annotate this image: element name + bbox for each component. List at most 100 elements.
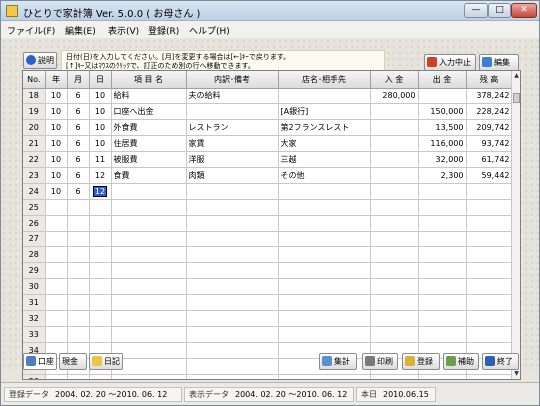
cell-expense[interactable] xyxy=(418,294,467,311)
cell-expense[interactable] xyxy=(418,310,467,327)
cell-month[interactable] xyxy=(67,246,90,264)
cell-day[interactable] xyxy=(89,262,112,280)
menu-register[interactable]: 登録(R) xyxy=(148,24,179,37)
cell-expense[interactable] xyxy=(418,246,467,264)
cell-income[interactable] xyxy=(370,246,419,264)
cell-income[interactable] xyxy=(370,215,419,232)
cell-detail[interactable] xyxy=(186,310,279,327)
cell-balance[interactable] xyxy=(466,215,513,232)
cell-month[interactable]: 6 xyxy=(67,135,90,153)
cell-month[interactable]: 6 xyxy=(67,119,90,137)
cell-item[interactable] xyxy=(111,326,187,343)
cell-year[interactable]: 10 xyxy=(45,135,68,153)
cell-year[interactable]: 10 xyxy=(45,103,68,121)
cell-expense[interactable] xyxy=(418,278,467,296)
cell-shop[interactable] xyxy=(278,183,371,200)
cell-balance[interactable]: 61,742 xyxy=(466,151,513,168)
cell-detail[interactable] xyxy=(186,231,279,248)
print-button[interactable]: 印刷 xyxy=(362,353,398,370)
cell-month[interactable]: 6 xyxy=(67,167,90,184)
cell-income[interactable] xyxy=(370,135,419,153)
cell-day[interactable] xyxy=(89,231,112,248)
cell-day[interactable]: 10 xyxy=(89,88,112,105)
cell-day[interactable]: 11 xyxy=(89,151,112,168)
cell-year[interactable] xyxy=(45,326,68,343)
cell-balance[interactable]: 228,242 xyxy=(466,103,513,121)
cell-balance[interactable] xyxy=(466,183,513,200)
cell-shop[interactable] xyxy=(278,88,371,105)
cell-year[interactable] xyxy=(45,294,68,311)
cell-shop[interactable] xyxy=(278,310,371,327)
assist-button[interactable]: 補助 xyxy=(443,353,479,370)
cell-day[interactable] xyxy=(89,310,112,327)
cell-detail[interactable] xyxy=(186,358,279,375)
cell-detail[interactable]: 夫の給料 xyxy=(186,88,279,105)
cell-shop[interactable] xyxy=(278,278,371,296)
vertical-scrollbar[interactable]: ▲ ▼ xyxy=(511,71,520,379)
table-row[interactable]: 30 xyxy=(23,278,513,296)
active-cell-editor[interactable]: 12 xyxy=(92,185,108,197)
cancel-input-button[interactable]: 入力中止 xyxy=(424,54,476,71)
cell-expense[interactable] xyxy=(418,374,467,379)
cell-balance[interactable] xyxy=(466,246,513,264)
cell-detail[interactable] xyxy=(186,326,279,343)
cell-shop[interactable] xyxy=(278,199,371,216)
table-row[interactable]: 27 xyxy=(23,231,513,248)
cell-day[interactable] xyxy=(89,278,112,296)
cell-item[interactable] xyxy=(111,246,187,264)
quit-button[interactable]: 終了 xyxy=(482,353,519,370)
cell-expense[interactable] xyxy=(418,262,467,280)
tab-account[interactable]: 口座 xyxy=(23,353,57,370)
cell-year[interactable] xyxy=(45,246,68,264)
cell-month[interactable]: 6 xyxy=(67,183,90,200)
cell-expense[interactable] xyxy=(418,231,467,248)
cell-detail[interactable] xyxy=(186,246,279,264)
cell-item[interactable] xyxy=(111,310,187,327)
table-row[interactable]: 22 10 6 11 被服費 洋服 三越 32,000 61,742 xyxy=(23,151,513,168)
cell-expense[interactable] xyxy=(418,199,467,216)
cell-item[interactable]: 口座へ出金 xyxy=(111,103,187,121)
edit-button[interactable]: 編集 xyxy=(479,54,519,71)
cell-month[interactable] xyxy=(67,326,90,343)
cell-shop[interactable] xyxy=(278,246,371,264)
cell-income[interactable] xyxy=(370,199,419,216)
cell-shop[interactable]: 第2フランスレスト xyxy=(278,119,371,137)
cell-balance[interactable] xyxy=(466,231,513,248)
cell-detail[interactable]: 肉類 xyxy=(186,167,279,184)
table-row[interactable]: 36 xyxy=(23,374,513,379)
table-row[interactable]: 24 10 6 12 xyxy=(23,183,513,200)
cell-expense[interactable]: 32,000 xyxy=(418,151,467,168)
table-row[interactable]: 20 10 6 10 外食費 レストラン 第2フランスレスト 13,500 209,742 xyxy=(23,119,513,137)
cell-month[interactable] xyxy=(67,262,90,280)
cell-shop[interactable]: 三越 xyxy=(278,151,371,168)
cell-month[interactable] xyxy=(67,310,90,327)
cell-day[interactable] xyxy=(89,326,112,343)
cell-balance[interactable] xyxy=(466,262,513,280)
close-button[interactable]: ✕ xyxy=(511,3,537,18)
cell-detail[interactable]: レストラン xyxy=(186,119,279,137)
cell-balance[interactable] xyxy=(466,374,513,379)
cell-balance[interactable]: 59,442 xyxy=(466,167,513,184)
cell-shop[interactable] xyxy=(278,262,371,280)
cell-month[interactable] xyxy=(67,374,90,379)
cell-income[interactable] xyxy=(370,326,419,343)
table-row[interactable]: 31 xyxy=(23,294,513,311)
tab-cash[interactable]: 現金 xyxy=(59,353,87,370)
cell-income[interactable] xyxy=(370,103,419,121)
table-row[interactable]: 26 xyxy=(23,215,513,232)
cell-year[interactable]: 10 xyxy=(45,119,68,137)
cell-detail[interactable]: 家賃 xyxy=(186,135,279,153)
cell-detail[interactable] xyxy=(186,215,279,232)
table-row[interactable]: 18 10 6 10 給料 夫の給料 280,000 378,242 xyxy=(23,88,513,105)
cell-month[interactable] xyxy=(67,294,90,311)
cell-day[interactable] xyxy=(89,374,112,379)
cell-day[interactable]: 12 xyxy=(89,167,112,184)
cell-month[interactable] xyxy=(67,215,90,232)
cell-item[interactable]: 被服費 xyxy=(111,151,187,168)
cell-income[interactable] xyxy=(370,183,419,200)
cell-expense[interactable]: 13,500 xyxy=(418,119,467,137)
cell-income[interactable] xyxy=(370,374,419,379)
cell-balance[interactable]: 93,742 xyxy=(466,135,513,153)
table-row[interactable]: 19 10 6 10 口座へ出金 [A銀行] 150,000 228,242 xyxy=(23,103,513,121)
cell-shop[interactable]: 大家 xyxy=(278,135,371,153)
